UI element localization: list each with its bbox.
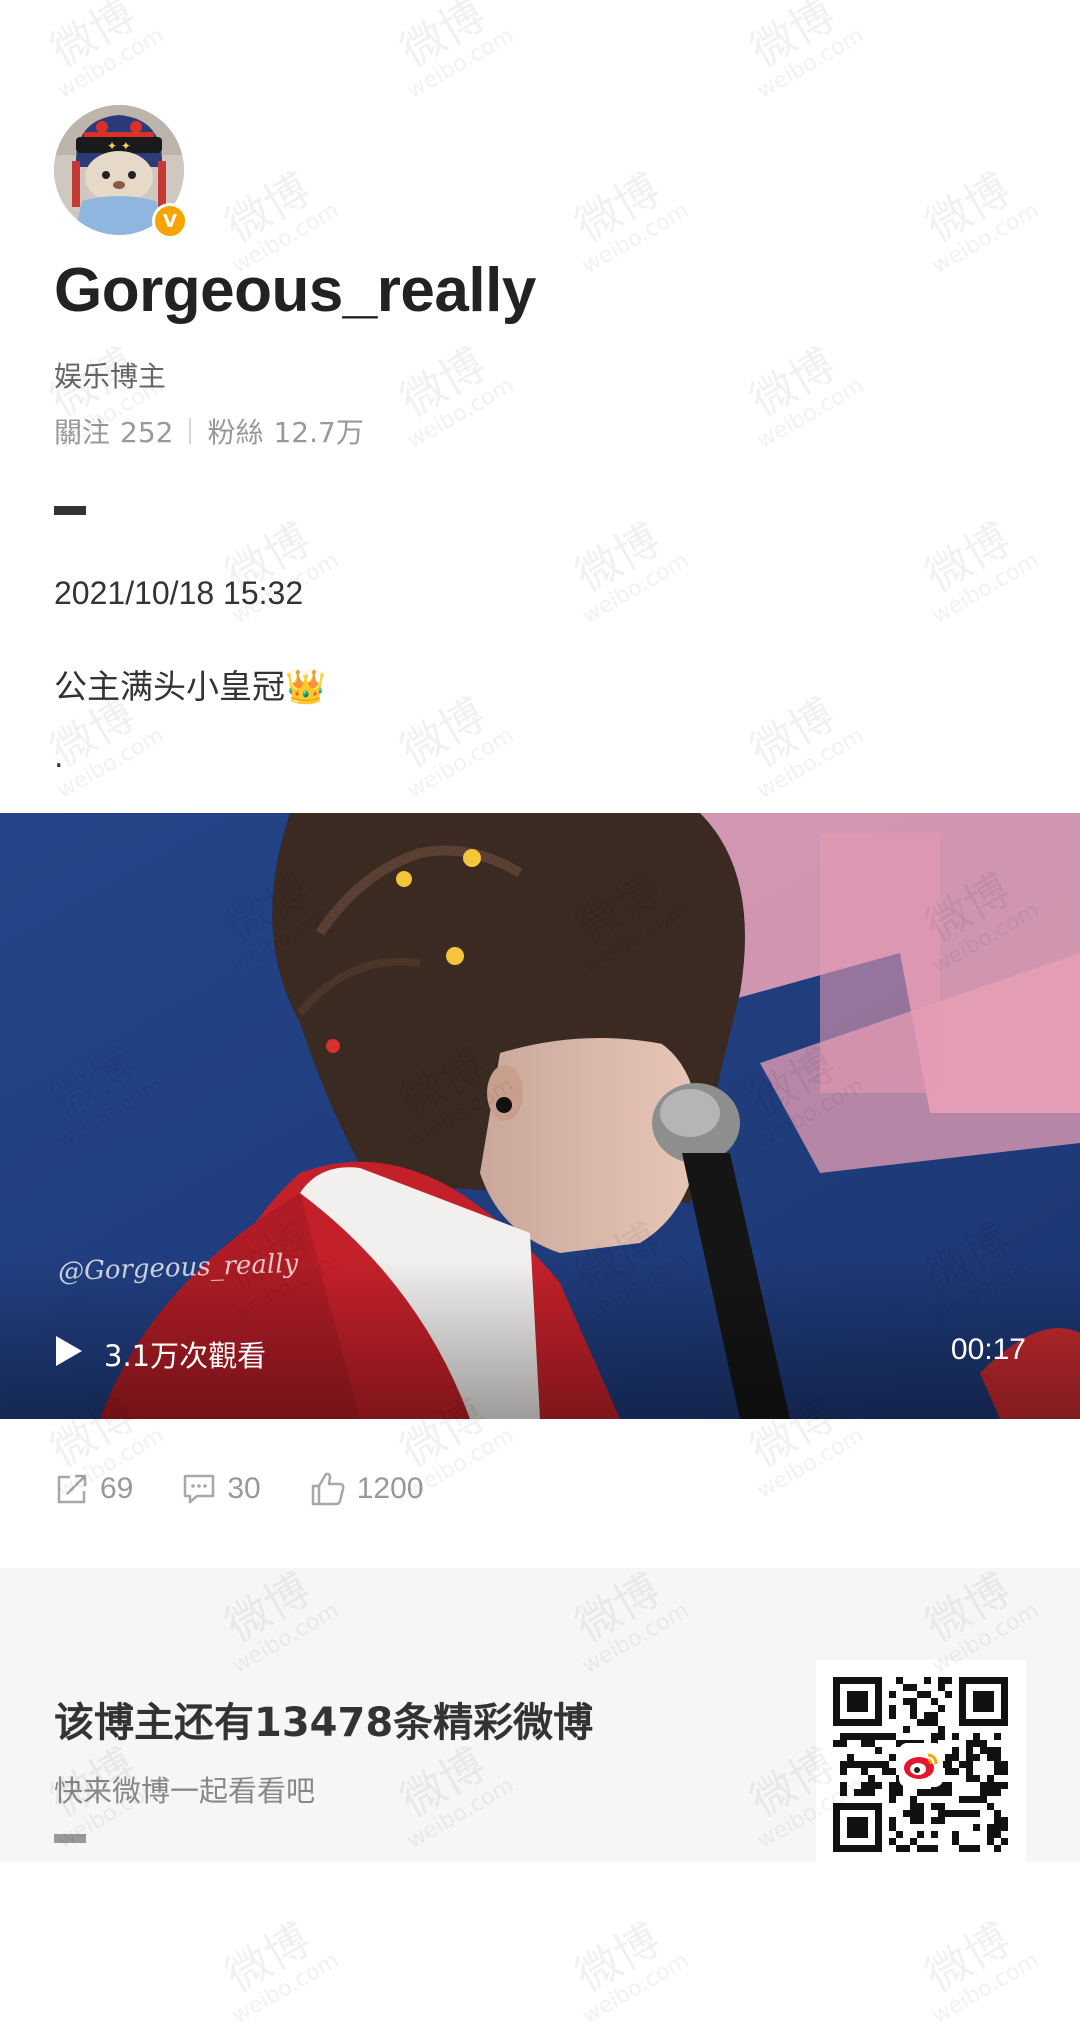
like-button[interactable]: 1200 [309, 1470, 424, 1508]
video-view-count: 3.1万次觀看 [104, 1339, 267, 1373]
weibo-watermark: 微博weibo.com [567, 514, 694, 629]
following-stat[interactable]: 關注 252 [54, 411, 173, 451]
repost-button[interactable]: 69 [54, 1471, 133, 1507]
following-count: 252 [120, 416, 174, 449]
avatar[interactable]: ✦ ✦ V [54, 105, 188, 239]
weibo-watermark: 微博weibo.com [567, 1914, 694, 2029]
weibo-watermark: 微博weibo.com [917, 164, 1044, 279]
weibo-watermark: 微博weibo.com [917, 514, 1044, 629]
user-category: 娱乐博主 [54, 360, 167, 393]
repost-icon [57, 1474, 87, 1504]
weibo-watermark: 微博weibo.com [392, 0, 519, 104]
weibo-watermark: 微博weibo.com [392, 339, 519, 454]
verified-badge-icon: V [152, 203, 188, 239]
username[interactable]: Gorgeous_really [54, 255, 536, 326]
weibo-watermark: 微博weibo.com [392, 689, 519, 804]
following-label: 關注 [54, 416, 111, 449]
weibo-watermark: 微博weibo.com [742, 689, 869, 804]
qr-code-icon[interactable] [816, 1660, 1026, 1870]
promo-divider [54, 1834, 86, 1843]
stats-divider [189, 418, 192, 444]
post-datetime: 2021/10/18 15:32 [54, 575, 304, 611]
svg-text:✦ ✦: ✦ ✦ [107, 139, 131, 153]
section-divider [54, 506, 86, 515]
weibo-logo-icon [899, 1743, 943, 1787]
weibo-watermark: 微博weibo.com [42, 0, 169, 104]
comment-button[interactable]: 30 [181, 1471, 261, 1507]
weibo-watermark: 微博weibo.com [742, 339, 869, 454]
comment-icon [184, 1474, 215, 1504]
weibo-watermark: 微博weibo.com [567, 164, 694, 279]
post-actions: 69 30 1200 [54, 1470, 472, 1508]
follow-stats: 關注 252 粉絲 12.7万 [54, 411, 364, 451]
repost-count: 69 [100, 1472, 134, 1505]
post-trailing-text: . [54, 740, 64, 775]
promo-title: 该博主还有13478条精彩微博 [54, 1700, 594, 1746]
weibo-watermark: 微博weibo.com [917, 1914, 1044, 2029]
crown-emoji: 👑 [285, 667, 327, 706]
weibo-watermark: 微博weibo.com [742, 0, 869, 104]
like-count: 1200 [356, 1472, 424, 1505]
thumbs-up-icon [311, 1472, 345, 1506]
post-text-content: 公主满头小皇冠 [54, 667, 285, 706]
play-icon[interactable] [56, 1336, 82, 1366]
followers-label: 粉絲 [207, 416, 264, 449]
followers-count: 12.7万 [273, 416, 364, 449]
comment-count: 30 [227, 1472, 261, 1505]
promo-banner[interactable]: 该博主还有13478条精彩微博 快来微博一起看看吧 [0, 1568, 1080, 1870]
followers-stat[interactable]: 粉絲 12.7万 [207, 411, 363, 451]
video-duration: 00:17 [950, 1333, 1026, 1366]
promo-subtitle: 快来微博一起看看吧 [54, 1774, 316, 1808]
post-text: 公主满头小皇冠👑 [54, 660, 326, 708]
video-player[interactable]: @Gorgeous_really 3.1万次觀看 00:17 [0, 813, 1080, 1419]
weibo-watermark: 微博weibo.com [217, 1914, 344, 2029]
